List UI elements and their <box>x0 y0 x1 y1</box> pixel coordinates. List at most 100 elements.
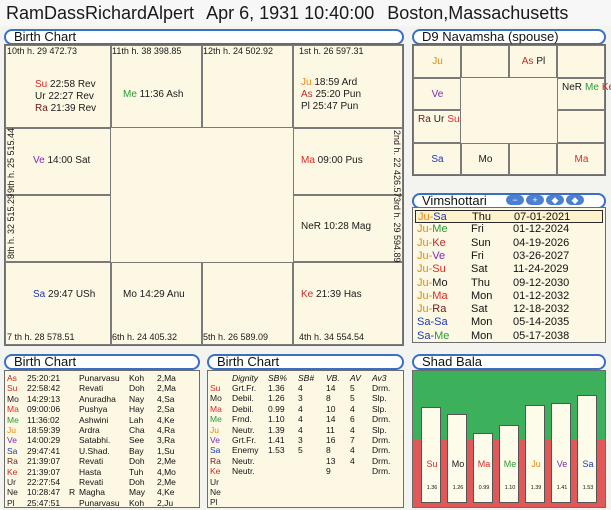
house-12-cell[interactable] <box>202 45 293 128</box>
dasa-row[interactable]: Sa-Me Mon 05-17-2038 <box>415 330 603 343</box>
birth-chart-title[interactable]: Birth Chart <box>4 29 404 45</box>
table-cell: Ju <box>7 425 16 435</box>
navamsha-cell[interactable]: NeRMeKe <box>557 77 611 110</box>
table-cell: 2,Me <box>157 477 176 487</box>
dasa-day: Fri <box>471 249 484 262</box>
birth-chart-table-title[interactable]: Birth Chart <box>4 354 200 370</box>
house-11-cell[interactable] <box>111 45 202 128</box>
dasa-row[interactable]: Ju-Ve Fri 03-26-2027 <box>415 250 603 263</box>
house-5-label: 5th h. 26 589.09 <box>203 332 269 342</box>
dignity-table-title[interactable]: Birth Chart <box>207 354 404 370</box>
table-row: Ma Debil. 0.99 4 10 4 Slp. <box>210 404 402 414</box>
table-cell: Anuradha <box>79 393 116 404</box>
maha-dasa: Ju <box>417 263 429 276</box>
maha-dasa: Ju <box>417 223 429 236</box>
table-cell: 4,Sa <box>157 393 175 404</box>
navamsha-title[interactable]: D9 Navamsha (spouse) <box>412 29 606 45</box>
house-3-label: 3rd h. 29 594.89 <box>392 197 402 263</box>
navamsha-cell[interactable]: Ra Ur Su <box>413 110 461 143</box>
planet-entry: Me 11:36 Ash <box>123 89 183 101</box>
table-cell: Ne <box>210 487 221 497</box>
vimshottari-title-text: Vimshottari <box>422 193 487 208</box>
table-cell: 7 <box>350 435 355 445</box>
table-cell: Ra <box>210 455 221 466</box>
navamsha-cell[interactable]: Sa <box>413 142 461 175</box>
table-cell: Ju <box>210 424 219 435</box>
planet-abbr: Ke <box>301 289 314 300</box>
navamsha-cell[interactable]: As Pl <box>509 45 557 78</box>
table-cell: Neutr. <box>232 466 255 477</box>
navamsha-planets: Ra Ur Su <box>418 114 460 125</box>
table-cell: 25:20:21 <box>27 373 61 383</box>
table-row: Ve Grt.Fr. 1.41 3 16 7 Drm. <box>210 435 402 445</box>
dasa-row[interactable]: Ju-Ke Sun 04-19-2026 <box>415 237 603 250</box>
table-cell: Pl <box>210 497 218 508</box>
dasa-row[interactable]: Ju-Ma Mon 01-12-2032 <box>415 290 603 303</box>
house-11-label: 11th h. 38 398.85 <box>112 46 182 56</box>
table-cell: Nay <box>129 393 145 404</box>
dasa-date: 09-12-2030 <box>513 276 570 289</box>
shad-bala-planet-label: Ma <box>477 459 491 469</box>
dasa-row[interactable]: Ju-Sa Thu 07-01-2021 <box>415 210 603 223</box>
table-cell: 22:27:54 <box>27 477 61 487</box>
navamsha-planet: Ur <box>433 114 445 125</box>
table-cell: 2,Sa <box>157 404 175 415</box>
planet-degree: 22:27 Rev <box>45 91 94 102</box>
table-cell: Mo <box>210 393 222 404</box>
table-cell: Neutr. <box>232 455 255 466</box>
table-cell: Ne <box>7 487 18 498</box>
shad-bala-title[interactable]: Shad Bala <box>412 354 606 370</box>
antar-dasa: Ra <box>432 303 447 316</box>
house-8-cell[interactable] <box>5 195 111 262</box>
house-3-planets: NeR 10:28 Mag <box>301 221 371 233</box>
navamsha-planet: Ke <box>601 81 611 93</box>
table-row: Pl <box>210 497 402 507</box>
table-cell: Bay <box>129 445 144 456</box>
dasa-row[interactable]: Sa-Sa Mon 05-14-2035 <box>415 316 603 329</box>
table-cell: Mo <box>7 393 19 404</box>
table-cell: 3 <box>298 393 303 404</box>
dasa-row[interactable]: Ju-Mo Thu 09-12-2030 <box>415 277 603 290</box>
table-cell: 4,Mo <box>157 466 176 477</box>
planet-abbr: Mo <box>123 289 137 300</box>
house-4-label: 4th h. 34 554.54 <box>299 332 365 342</box>
shad-bala-planet-label: Mo <box>451 459 465 469</box>
navamsha-cell[interactable] <box>557 110 605 143</box>
birth-chart-grid: 10th h. 29 472.73 11th h. 38 398.85 12th… <box>4 44 404 346</box>
dasa-row[interactable]: Ju-Su Sat 11-24-2029 <box>415 263 603 276</box>
table-cell: 2,Ma <box>157 383 176 394</box>
zoom-out-button[interactable]: − <box>506 195 524 205</box>
planet-degree: 18:59 Ard <box>311 77 358 88</box>
dasa-day: Sat <box>471 263 488 276</box>
dasa-period: Ju-Sa <box>418 211 447 224</box>
dasa-period: Ju-Mo <box>417 277 448 290</box>
house-4-planets: Ke 21:39 Has <box>301 289 362 301</box>
navamsha-cell[interactable] <box>557 45 605 78</box>
shad-bala-value-label: 1.53 <box>582 485 594 491</box>
prev-button[interactable]: ◆ <box>546 195 564 205</box>
table-cell: Su <box>210 383 221 393</box>
table-cell: Slp. <box>372 424 387 435</box>
dasa-date: 03-26-2027 <box>513 249 570 262</box>
dasa-row[interactable]: Ju-Ra Sat 12-18-2032 <box>415 303 603 316</box>
table-row: Sa Enemy 1.53 5 8 4 Drm. <box>210 445 402 455</box>
table-cell: 4 <box>298 424 303 435</box>
navamsha-cell[interactable]: Mo <box>461 142 509 175</box>
planet-abbr: Ve <box>33 155 45 166</box>
table-cell: Debil. <box>232 393 254 404</box>
navamsha-cell[interactable] <box>509 142 557 175</box>
next-button[interactable]: ◆ <box>566 195 584 205</box>
maha-dasa: Ju <box>417 249 429 262</box>
dasa-row[interactable]: Ju-Me Fri 01-12-2024 <box>415 223 603 236</box>
navamsha-cell[interactable] <box>461 45 509 78</box>
table-cell: 14 <box>326 414 336 425</box>
shad-bala-chart: Su 1.36 Mo 1.26 Ma 0.99 Me 1.10 Ju 1.39 Ve 1.41 Sa 1.… <box>412 370 606 508</box>
navamsha-cell[interactable]: Ve <box>413 77 461 110</box>
birth-datetime: Apr 6, 1931 10:40:00 <box>206 3 375 23</box>
navamsha-cell[interactable]: Ma <box>557 142 605 175</box>
planet-degree: 21:39 Has <box>313 289 362 300</box>
house-7-label: 7 th h. 28 578.51 <box>7 332 75 342</box>
zoom-in-button[interactable]: + <box>526 195 544 205</box>
table-cell: Sa <box>210 445 221 456</box>
navamsha-cell[interactable]: Ju <box>413 45 461 78</box>
